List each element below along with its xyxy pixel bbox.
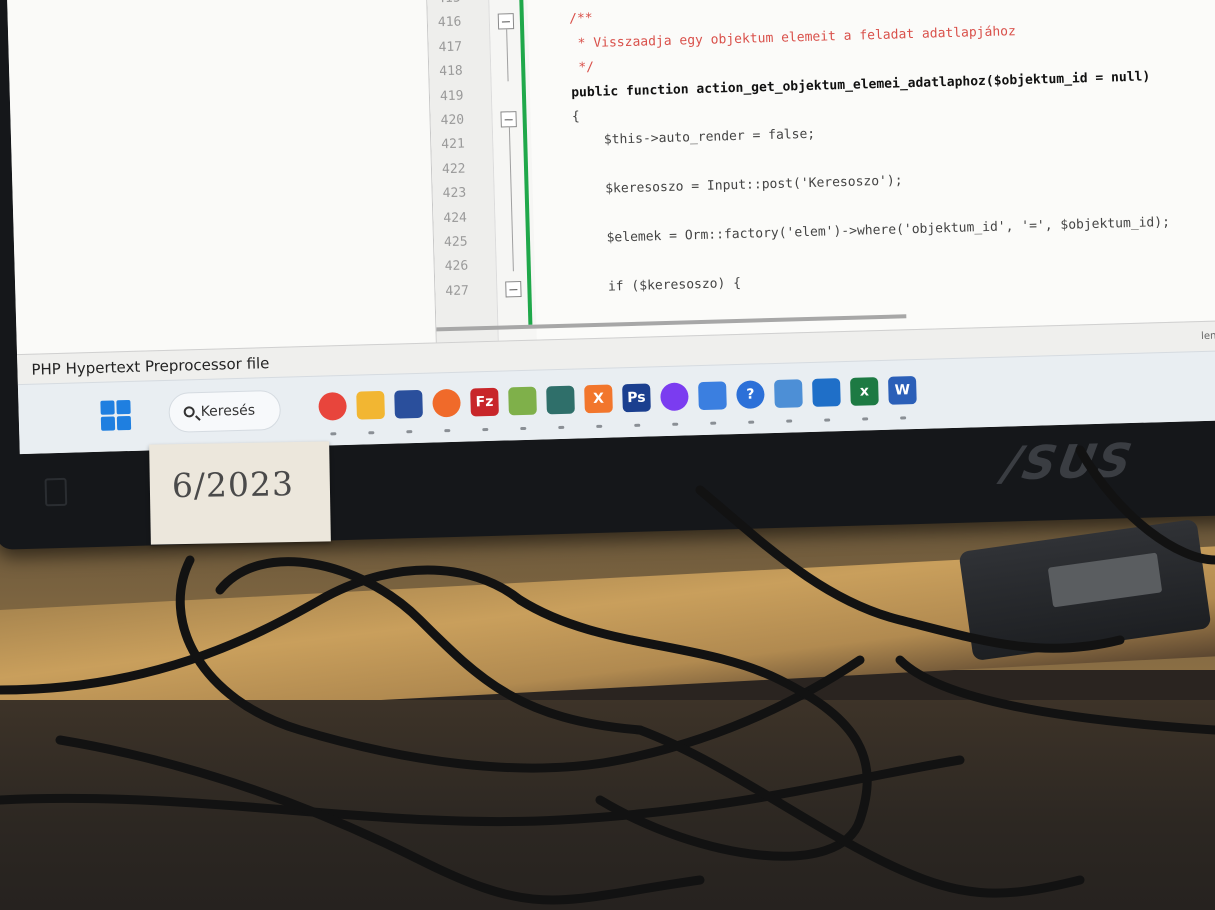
xampp-icon[interactable]: X — [584, 384, 613, 414]
word-icon[interactable]: W — [887, 376, 917, 405]
running-indicator — [786, 419, 793, 423]
running-indicator — [406, 430, 413, 434]
line-number: 422 — [441, 161, 466, 177]
taskbar-search-button[interactable]: Keresés — [168, 389, 282, 433]
photoshop-icon[interactable]: Ps — [622, 383, 651, 413]
running-indicator — [482, 427, 489, 432]
running-indicator — [596, 424, 603, 428]
firefox-icon[interactable] — [432, 388, 461, 418]
line-number: 421 — [441, 136, 466, 153]
fold-toggle-icon[interactable] — [505, 281, 522, 298]
line-number: 425 — [443, 234, 468, 251]
running-indicator — [710, 421, 717, 425]
line-number: 420 — [440, 112, 465, 129]
status-length-label: length — [1200, 330, 1215, 343]
asus-logo: /SUS — [999, 432, 1138, 491]
line-number: 417 — [438, 39, 463, 56]
screen: 415416417418419420421422423424425426427 … — [7, 0, 1215, 455]
desk-surface — [0, 700, 1215, 910]
running-indicator — [558, 425, 565, 430]
running-indicator — [748, 420, 755, 424]
messenger-icon[interactable] — [660, 382, 689, 412]
file-explorer-icon[interactable] — [356, 390, 385, 420]
notepad-plus-icon[interactable] — [508, 386, 537, 416]
running-indicator — [862, 417, 869, 421]
running-indicator — [368, 431, 375, 435]
line-number: 427 — [445, 283, 470, 299]
line-number: 426 — [444, 258, 469, 275]
sticky-note: 6/2023 — [149, 441, 331, 545]
running-indicator — [520, 426, 527, 431]
line-number: 416 — [437, 14, 462, 31]
code-editor[interactable]: 415416417418419420421422423424425426427 … — [426, 0, 1215, 343]
chrome-icon[interactable] — [318, 391, 347, 421]
sticky-note-date: 6/2023 — [171, 464, 295, 506]
running-indicator — [634, 423, 641, 427]
monitor-power-button — [44, 477, 68, 507]
line-number: 418 — [439, 63, 463, 80]
running-indicator — [824, 418, 831, 422]
fold-toggle-icon[interactable] — [497, 13, 515, 30]
app-icon-teal[interactable] — [546, 385, 575, 415]
help-icon[interactable]: ? — [736, 380, 765, 410]
fold-toggle-icon[interactable] — [500, 111, 517, 128]
file-type-label: PHP Hypertext Preprocessor file — [31, 354, 270, 379]
app-icon-blue-round[interactable] — [698, 381, 727, 411]
running-indicator — [444, 429, 451, 433]
remote-desktop-icon[interactable] — [812, 378, 841, 407]
running-indicator — [672, 422, 679, 426]
search-icon — [183, 406, 195, 418]
excel-icon[interactable]: x — [850, 377, 879, 406]
windows-start-icon[interactable] — [100, 399, 132, 431]
line-number: 423 — [442, 185, 467, 202]
search-label: Keresés — [200, 402, 256, 421]
line-number-gutter: 415416417418419420421422423424425426427 — [426, 0, 499, 343]
running-indicator — [900, 416, 907, 420]
app-icon-window[interactable] — [774, 379, 803, 408]
line-number: 419 — [439, 88, 464, 104]
file-explorer-pane[interactable] — [7, 0, 437, 358]
code-area[interactable]: /** * Visszaadja egy objektum elemeit a … — [537, 0, 1215, 339]
floppy-save-icon[interactable] — [394, 389, 423, 419]
running-indicator — [330, 432, 337, 436]
line-number: 424 — [443, 210, 468, 226]
filezilla-icon[interactable]: Fz — [470, 387, 499, 417]
